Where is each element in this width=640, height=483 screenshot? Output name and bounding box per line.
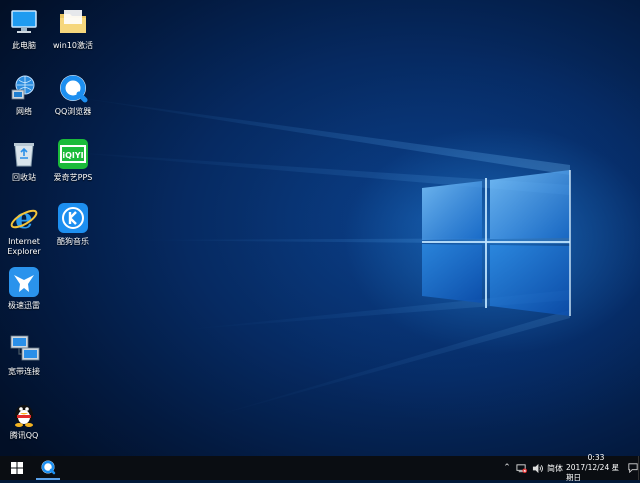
taskbar: ⌃ 简体 0:33 2017/12/24 星期日 [0, 453, 640, 482]
desktop-icon-qq-browser[interactable]: QQ浏览器 [44, 70, 102, 130]
logo-pane-top-left [422, 181, 482, 240]
qq-browser-icon [41, 460, 56, 475]
network-tray-button[interactable] [514, 456, 528, 480]
action-center-icon [628, 463, 638, 473]
desktop-icon-label: QQ浏览器 [54, 107, 92, 116]
desktop-icon-label: 爱奇艺PPS [53, 173, 93, 182]
desktop-icon-label: win10激活 [52, 41, 93, 50]
folder-icon [60, 10, 86, 33]
desktop-icon-broadband-connection[interactable]: 宽带连接 [0, 330, 53, 390]
desktop-icon-label: 回收站 [12, 173, 36, 182]
logo-pane-bottom-right [490, 245, 570, 316]
ime-indicator[interactable]: 简体 [546, 456, 564, 480]
clock[interactable]: 0:33 2017/12/24 星期日 [566, 453, 626, 482]
this-pc-icon [11, 10, 37, 33]
desktop-icon-label: Internet Explorer [7, 237, 41, 256]
qq-browser-icon [60, 75, 88, 103]
logo-pane-top-right [490, 170, 570, 239]
iqiyi-icon: iQIYI [58, 139, 88, 169]
desktop-icon-xunlei[interactable]: 极速迅雷 [0, 264, 53, 324]
speaker-icon [532, 463, 543, 473]
chevron-up-icon[interactable]: ⌃ [500, 456, 514, 480]
xunlei-icon [9, 267, 39, 297]
desktop-icon-kugou-music[interactable]: 酷狗音乐 [44, 200, 102, 260]
desktop-icon-label: 酷狗音乐 [57, 237, 89, 246]
clock-time: 0:33 [587, 453, 605, 462]
clock-date: 2017/12/24 星期日 [566, 463, 620, 482]
desktop-icon-iqiyi[interactable]: iQIYI 爱奇艺PPS [44, 136, 102, 196]
desktop-icon-label: 腾讯QQ [9, 431, 39, 440]
network-icon [11, 75, 35, 100]
desktop-icon-label: 网络 [16, 107, 32, 116]
volume-tray-button[interactable] [530, 456, 544, 480]
logo-pane-bottom-left [422, 244, 482, 303]
windows-logo-icon [11, 462, 23, 474]
svg-text:iQIYI: iQIYI [62, 151, 83, 160]
network-disconnected-icon [515, 463, 527, 473]
taskbar-qq-browser[interactable] [36, 456, 60, 480]
internet-explorer-icon: e [10, 202, 38, 234]
desktop-icon-tencent-qq[interactable]: 腾讯QQ [0, 394, 53, 454]
recycle-bin-icon [14, 143, 34, 167]
desktop: 此电脑 网络 回收站 e Internet Explorer 极速迅雷 宽带连接… [0, 0, 640, 456]
start-button[interactable] [0, 456, 34, 480]
kugou-music-icon [58, 203, 88, 233]
desktop-icon-label: 极速迅雷 [8, 301, 40, 310]
desktop-icon-label: 宽带连接 [8, 367, 40, 376]
desktop-icon-win10-activation[interactable]: win10激活 [44, 4, 102, 64]
tencent-qq-icon [15, 405, 33, 427]
desktop-icon-label: 此电脑 [12, 41, 36, 50]
broadband-connection-icon [10, 335, 40, 361]
